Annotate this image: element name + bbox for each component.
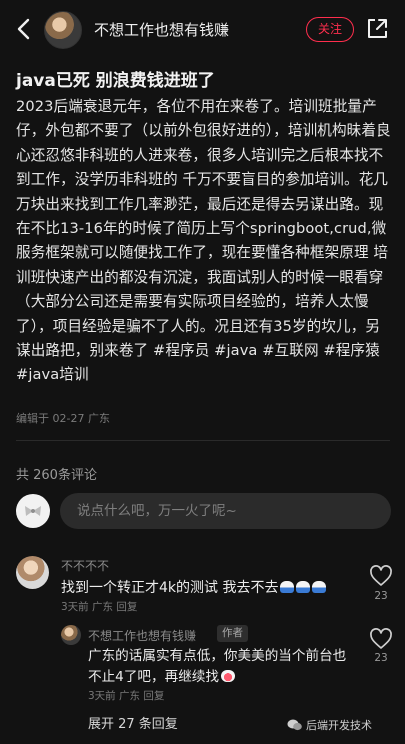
author-avatar[interactable] <box>44 11 82 49</box>
comment-text: 找到一个转正才4k的测试 我去不去 <box>61 577 327 597</box>
tag-link[interactable]: #java <box>214 342 257 359</box>
post-body: 2023后端衰退元年，各位不用在来卷了。培训班批量产仔，外包都不要了（以前外包很… <box>16 95 394 388</box>
laugh-emoji-icon <box>296 581 311 593</box>
reply-avatar[interactable] <box>61 625 81 645</box>
reply-text-content: 广东的话属实有点低，你美美的当个前台也不止4了吧，再继续找 <box>88 648 347 685</box>
commenter-name[interactable]: 不不不不 <box>61 557 109 574</box>
follow-button[interactable]: 关注 <box>306 17 354 42</box>
share-icon[interactable] <box>364 16 390 42</box>
expand-replies-button[interactable]: 展开 27 条回复 <box>88 713 178 732</box>
reply-text: 广东的话属实有点低，你美美的当个前台也不止4了吧，再继续找 <box>88 646 350 688</box>
bow-icon <box>25 506 41 516</box>
post-meta: 编辑于 02-27 广东 <box>16 412 110 425</box>
wechat-icon <box>287 719 302 731</box>
tag-link[interactable]: #程序猿 <box>323 342 379 359</box>
reply-author-name[interactable]: 不想工作也想有钱赚 <box>88 627 196 644</box>
post-title: java已死 别浪费钱进班了 <box>16 71 215 91</box>
comment-input[interactable]: 说点什么吧，万一火了呢~ <box>60 493 391 529</box>
top-bar: 不想工作也想有钱赚 关注 <box>0 0 405 60</box>
like-count: 23 <box>374 652 388 664</box>
tag-link[interactable]: #java培训 <box>16 366 89 383</box>
comment-meta: 3天前 广东 回复 <box>61 601 138 613</box>
tag-link[interactable]: #程序员 <box>153 342 209 359</box>
watermark-text: 后端开发技术 <box>306 719 372 732</box>
tag-link[interactable]: #互联网 <box>262 342 318 359</box>
divider <box>16 440 390 441</box>
laugh-emoji-icon <box>280 581 295 593</box>
my-avatar <box>16 494 50 528</box>
commenter-avatar[interactable] <box>16 556 49 589</box>
like-heart-icon[interactable] <box>369 628 393 650</box>
emoji-icon <box>221 670 235 682</box>
author-name[interactable]: 不想工作也想有钱赚 <box>94 19 229 40</box>
like-heart-icon[interactable] <box>369 565 393 587</box>
comment-text-content: 找到一个转正才4k的测试 我去不去 <box>61 580 279 596</box>
author-badge: 作者 <box>217 625 248 642</box>
reply-meta: 3天前 广东 回复 <box>88 690 165 702</box>
post-text: 2023后端衰退元年，各位不用在来卷了。培训班批量产仔，外包都不要了（以前外包很… <box>16 98 391 360</box>
comment-count: 共 260条评论 <box>16 468 97 483</box>
laugh-emoji-icon <box>312 581 327 593</box>
back-arrow-icon[interactable] <box>12 16 38 42</box>
like-count: 23 <box>374 590 388 602</box>
